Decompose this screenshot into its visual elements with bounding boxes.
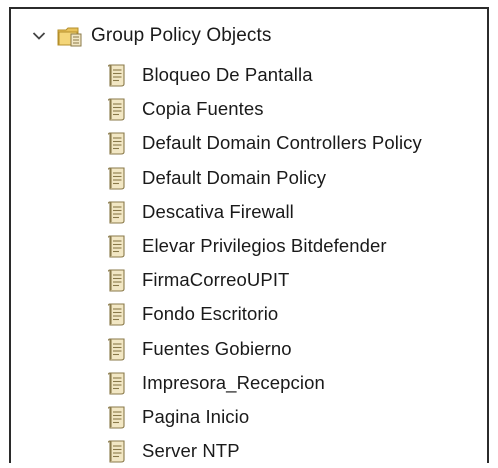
- tree-item-label: Default Domain Controllers Policy: [142, 132, 422, 154]
- tree-item-gpo[interactable]: Fuentes Gobierno: [106, 332, 422, 366]
- tree-item-label: Server NTP: [142, 440, 240, 462]
- gpo-document-icon: [106, 405, 128, 429]
- tree-item-label: Fondo Escritorio: [142, 303, 279, 325]
- chevron-down-icon[interactable]: [31, 28, 47, 44]
- tree-item-label: Elevar Privilegios Bitdefender: [142, 235, 387, 257]
- tree-item-gpo[interactable]: Pagina Inicio: [106, 400, 422, 434]
- tree-item-gpo[interactable]: Impresora_Recepcion: [106, 366, 422, 400]
- gpo-document-icon: [106, 97, 128, 121]
- tree-item-label: FirmaCorreoUPIT: [142, 269, 290, 291]
- gpo-document-icon: [106, 166, 128, 190]
- tree-node-label: Group Policy Objects: [91, 25, 272, 46]
- gpo-document-icon: [106, 337, 128, 361]
- tree-item-gpo[interactable]: Descativa Firewall: [106, 195, 422, 229]
- tree-node-group-policy-objects[interactable]: Group Policy Objects: [31, 21, 271, 51]
- tree-item-gpo[interactable]: Fondo Escritorio: [106, 297, 422, 331]
- tree-item-gpo[interactable]: Elevar Privilegios Bitdefender: [106, 229, 422, 263]
- tree-panel: Group Policy Objects Bloqueo De Pantalla…: [9, 7, 489, 463]
- tree-item-label: Fuentes Gobierno: [142, 337, 292, 359]
- gpo-document-icon: [106, 268, 128, 292]
- gpo-document-icon: [106, 439, 128, 463]
- gpo-document-icon: [106, 234, 128, 258]
- folder-gpo-icon: [57, 24, 83, 48]
- gpo-document-icon: [106, 302, 128, 326]
- gpo-document-icon: [106, 200, 128, 224]
- tree-item-gpo[interactable]: Default Domain Policy: [106, 161, 422, 195]
- tree-item-label: Copia Fuentes: [142, 98, 264, 120]
- gpo-document-icon: [106, 63, 128, 87]
- tree-item-label: Bloqueo De Pantalla: [142, 64, 313, 86]
- gpo-document-icon: [106, 371, 128, 395]
- tree-item-gpo[interactable]: Bloqueo De Pantalla: [106, 58, 422, 92]
- tree-item-label: Default Domain Policy: [142, 166, 327, 188]
- tree-item-label: Impresora_Recepcion: [142, 371, 325, 393]
- gpo-list: Bloqueo De Pantalla Copia Fuentes Default …: [106, 58, 422, 468]
- tree-item-gpo[interactable]: FirmaCorreoUPIT: [106, 263, 422, 297]
- tree-item-gpo[interactable]: Default Domain Controllers Policy: [106, 126, 422, 160]
- tree-item-label: Descativa Firewall: [142, 200, 294, 222]
- tree-item-gpo[interactable]: Copia Fuentes: [106, 92, 422, 126]
- gpo-document-icon: [106, 131, 128, 156]
- tree-item-label: Pagina Inicio: [142, 405, 250, 427]
